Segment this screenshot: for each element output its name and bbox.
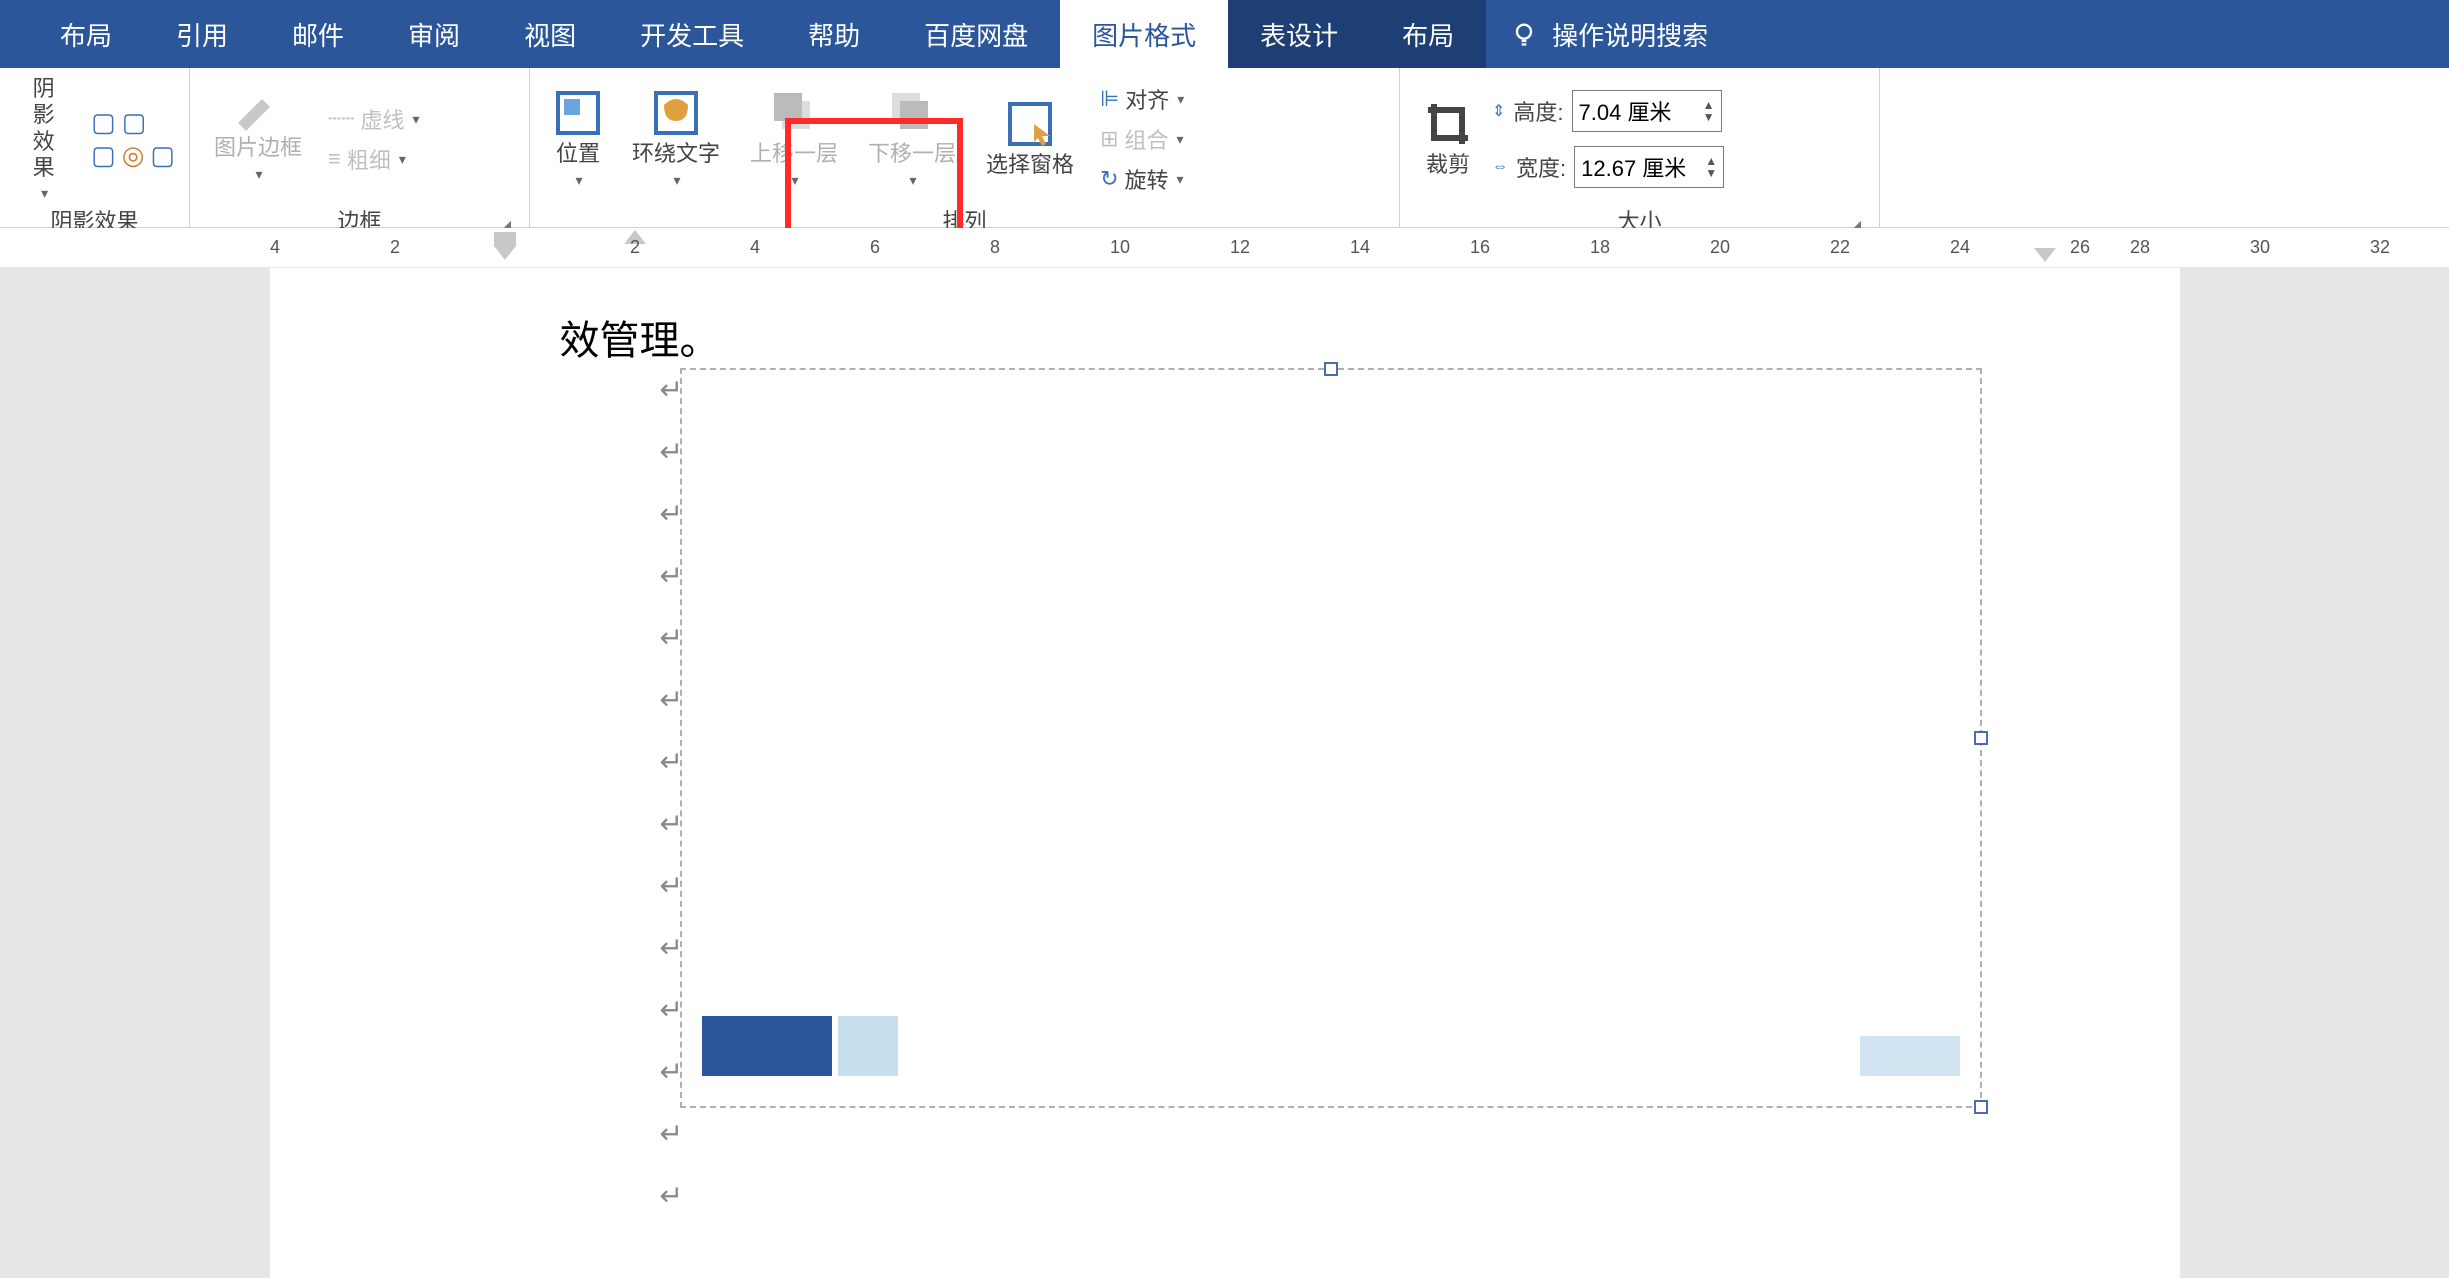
dash-style-button[interactable]: ┄┄ 虚线▾ bbox=[322, 101, 426, 137]
horizontal-ruler[interactable]: 4 2 2 4 6 8 10 12 14 16 18 20 22 24 26 2… bbox=[0, 228, 2449, 268]
selection-pane-button[interactable]: 选择窗格 bbox=[976, 74, 1084, 204]
lightbulb-icon bbox=[1510, 20, 1538, 48]
image-content bbox=[702, 1016, 1960, 1076]
weight-icon: ≡ bbox=[328, 146, 341, 172]
tab-references[interactable]: 引用 bbox=[144, 0, 260, 68]
tell-me-search[interactable]: 操作说明搜索 bbox=[1486, 16, 1732, 53]
paragraph-mark-icon: ↵ bbox=[660, 1117, 683, 1151]
tab-review[interactable]: 审阅 bbox=[376, 0, 492, 68]
wrap-text-icon bbox=[652, 89, 700, 137]
resize-handle-right[interactable] bbox=[1974, 731, 1988, 745]
tab-layout[interactable]: 布局 bbox=[28, 0, 144, 68]
tab-help[interactable]: 帮助 bbox=[776, 0, 892, 68]
selection-pane-icon bbox=[1006, 100, 1054, 148]
height-label: 高度: bbox=[1513, 95, 1563, 127]
shadow-effect-button[interactable]: 阴影效果▾ bbox=[14, 74, 73, 204]
ribbon-tab-bar: 布局 引用 邮件 审阅 视图 开发工具 帮助 百度网盘 图片格式 表设计 布局 … bbox=[0, 0, 2449, 68]
shadow-nudge-right-icon[interactable]: ▢ bbox=[122, 107, 147, 138]
align-icon: ⊫ bbox=[1100, 86, 1119, 112]
dashes-icon: ┄┄ bbox=[328, 106, 355, 132]
group-button[interactable]: ⊞ 组合▾ bbox=[1094, 121, 1190, 157]
tab-mailings[interactable]: 邮件 bbox=[260, 0, 376, 68]
ribbon: 阴影效果▾ ▢ ▢ ▢ ◎ ▢ 阴影效果 图片边框▾ bbox=[0, 68, 2449, 228]
position-icon bbox=[554, 89, 602, 137]
document-text: 效管理。 bbox=[560, 308, 720, 366]
resize-handle-bottom-right[interactable] bbox=[1974, 1100, 1988, 1114]
selected-image-frame[interactable] bbox=[680, 368, 1982, 1108]
wrap-text-button[interactable]: 环绕文字▾ bbox=[622, 74, 730, 204]
left-indent-marker[interactable] bbox=[490, 228, 520, 268]
width-input[interactable]: 12.67 厘米 ▲▼ bbox=[1574, 146, 1724, 188]
tab-layout-contextual[interactable]: 布局 bbox=[1370, 0, 1486, 68]
right-indent-marker[interactable] bbox=[2030, 246, 2060, 266]
shadow-nudge-left-icon[interactable]: ▢ bbox=[91, 140, 116, 171]
tab-baidu-disk[interactable]: 百度网盘 bbox=[892, 0, 1060, 68]
position-button[interactable]: 位置▾ bbox=[544, 74, 612, 204]
align-button[interactable]: ⊫ 对齐▾ bbox=[1094, 81, 1190, 117]
height-input[interactable]: 7.04 厘米 ▲▼ bbox=[1572, 90, 1722, 132]
shadow-nudge-up-icon[interactable]: ▢ bbox=[91, 107, 116, 138]
crop-icon bbox=[1424, 100, 1472, 148]
paragraph-mark-icon: ↵ bbox=[660, 1179, 683, 1213]
tab-picture-format[interactable]: 图片格式 bbox=[1060, 0, 1228, 68]
group-icon: ⊞ bbox=[1100, 126, 1118, 152]
tell-me-label: 操作说明搜索 bbox=[1552, 16, 1708, 53]
rotate-button[interactable]: ↻ 旋转▾ bbox=[1094, 161, 1190, 197]
tab-developer[interactable]: 开发工具 bbox=[608, 0, 776, 68]
rotate-icon: ↻ bbox=[1100, 166, 1118, 192]
resize-handle-top[interactable] bbox=[1324, 362, 1338, 376]
shadow-nudge-down-icon[interactable]: ▢ bbox=[150, 140, 175, 171]
picture-border-button[interactable]: 图片边框▾ bbox=[204, 74, 312, 204]
crop-button[interactable]: 裁剪 bbox=[1414, 74, 1482, 204]
tab-table-design[interactable]: 表设计 bbox=[1228, 0, 1370, 68]
tab-view[interactable]: 视图 bbox=[492, 0, 608, 68]
document-area[interactable]: 效管理。 ↵ ↵ ↵ ↵ ↵ ↵ ↵ ↵ ↵ ↵ ↵ ↵ ↵ ↵ bbox=[0, 268, 2449, 1278]
height-icon: ⇕ bbox=[1492, 101, 1505, 121]
width-icon: ⇔ bbox=[1492, 158, 1508, 176]
page: 效管理。 ↵ ↵ ↵ ↵ ↵ ↵ ↵ ↵ ↵ ↵ ↵ ↵ ↵ ↵ bbox=[270, 268, 2180, 1278]
width-label: 宽度: bbox=[1516, 151, 1566, 183]
shadow-toggle-icon[interactable]: ◎ bbox=[122, 140, 145, 171]
weight-button[interactable]: ≡ 粗细▾ bbox=[322, 141, 426, 177]
pencil-icon bbox=[234, 95, 282, 131]
